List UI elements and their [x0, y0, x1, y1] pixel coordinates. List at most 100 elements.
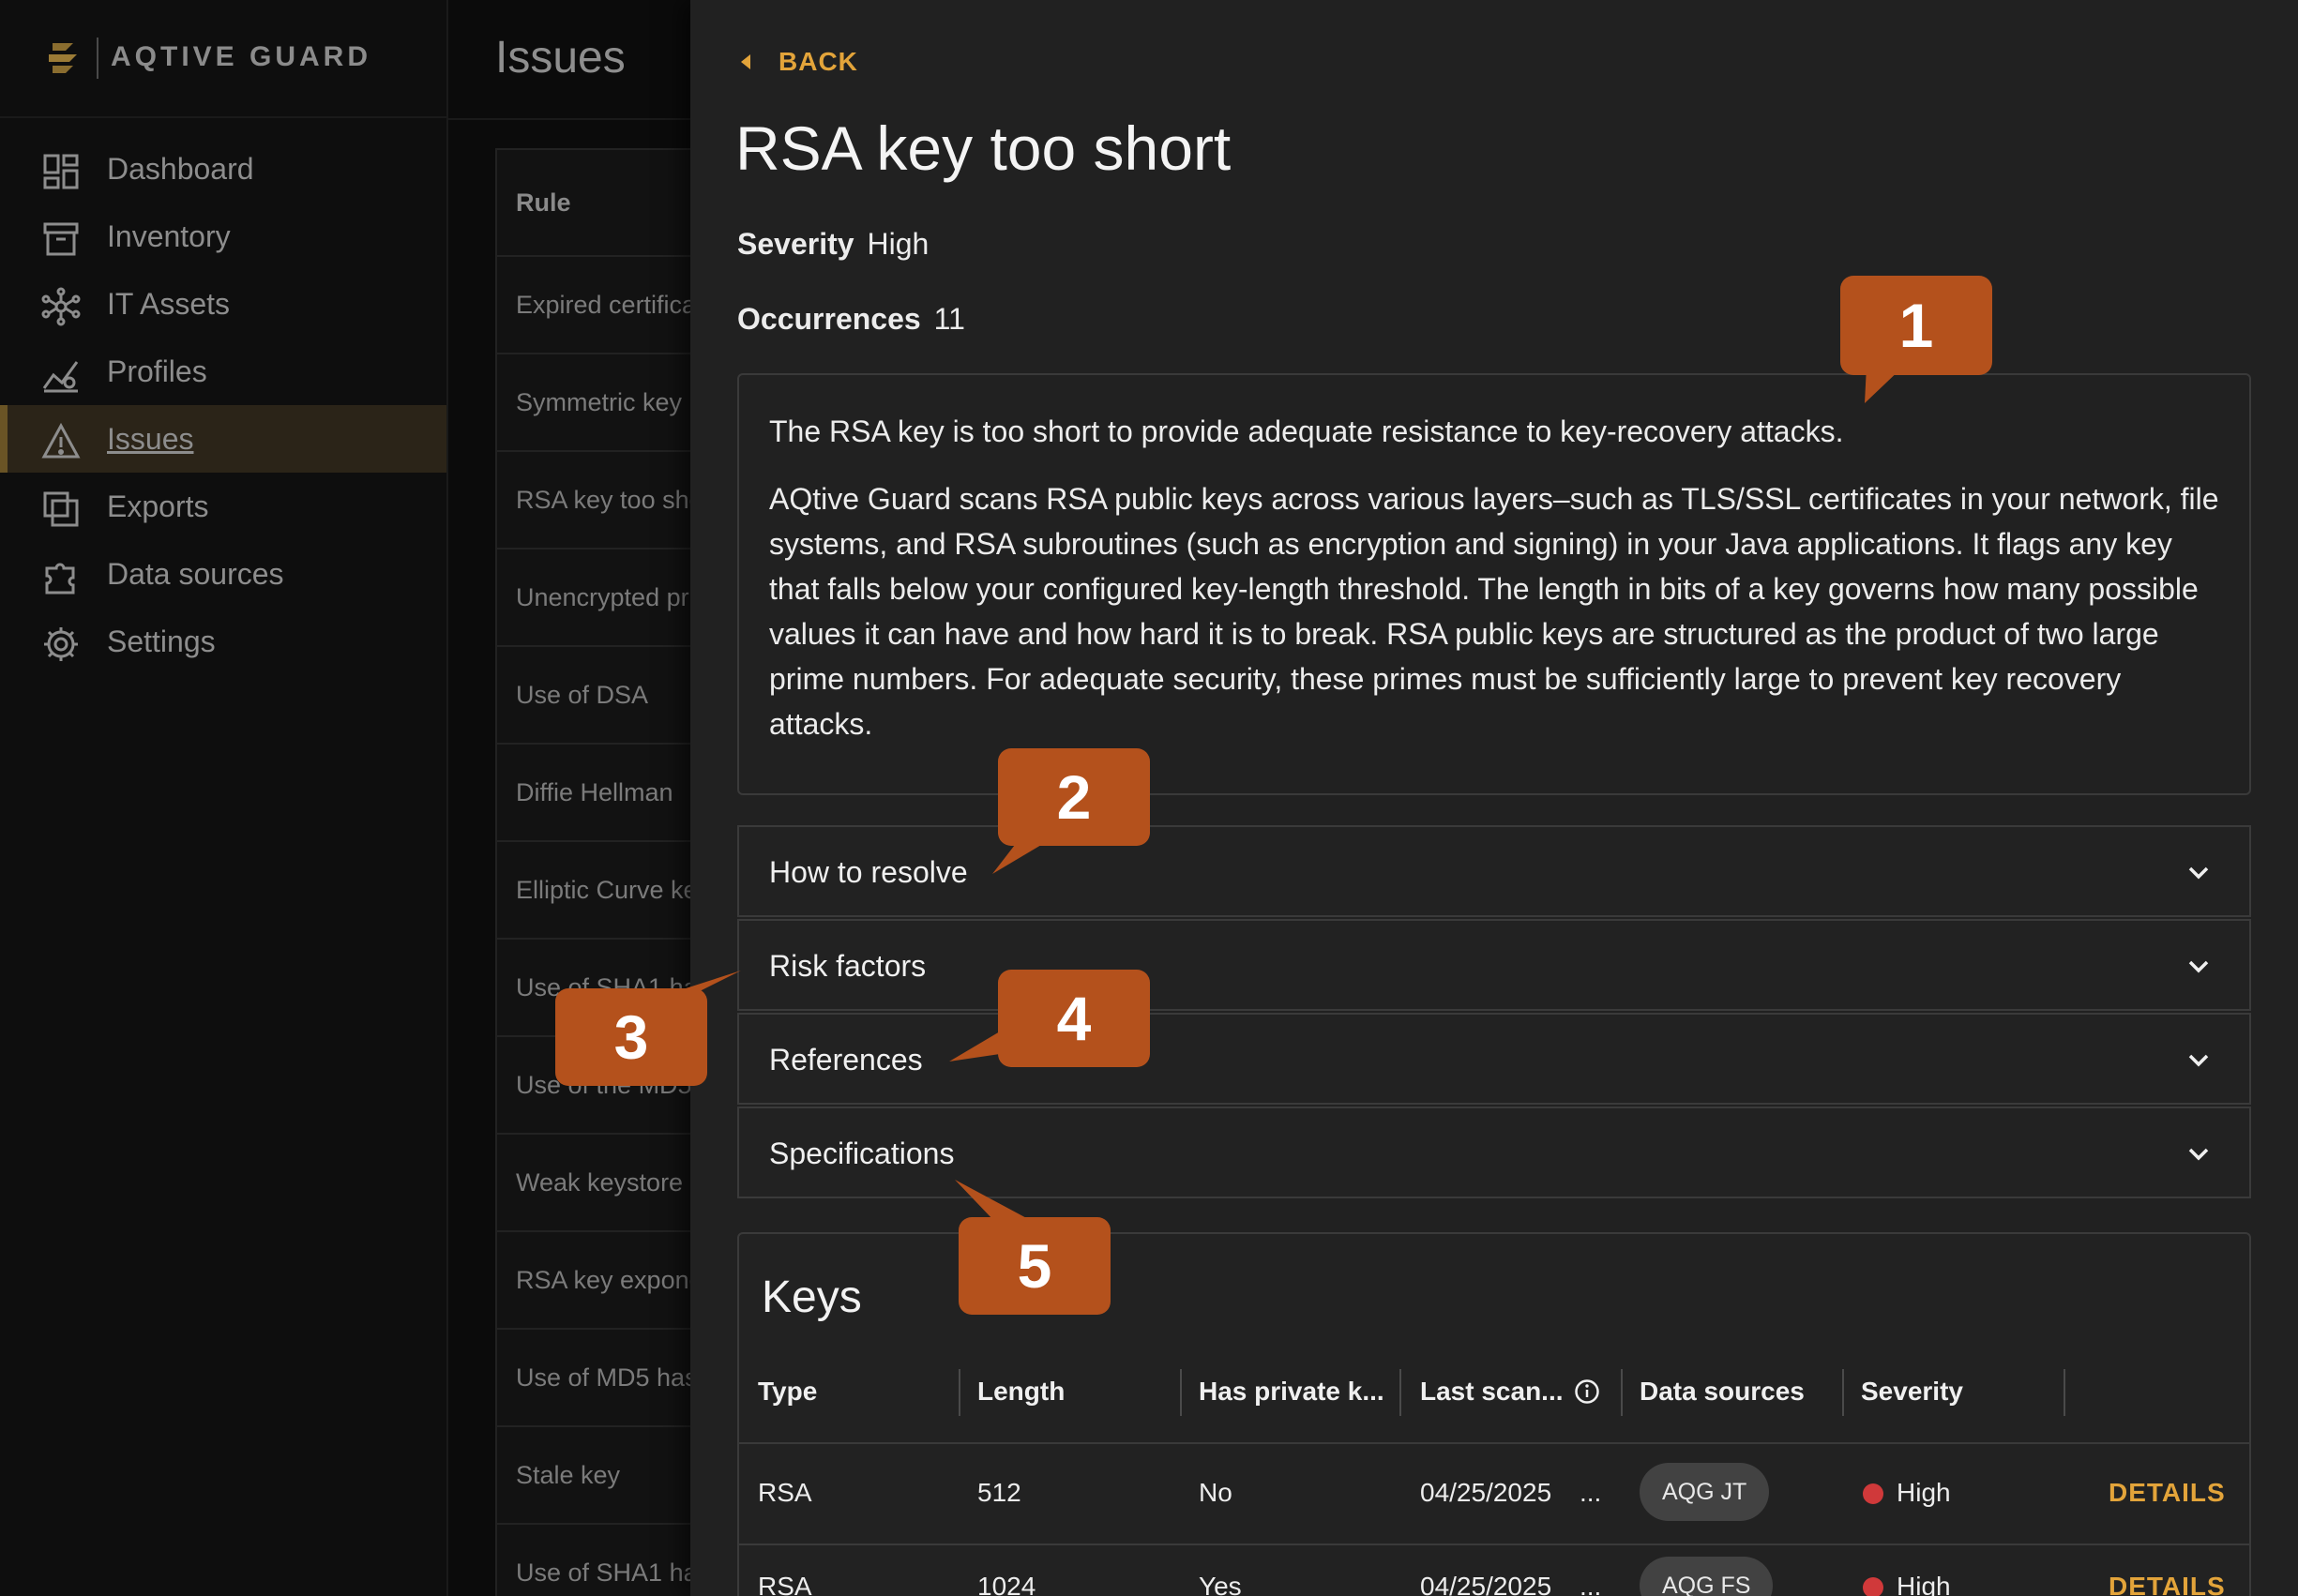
sidebar-item-inventory[interactable]: Inventory [0, 203, 446, 270]
table-row[interactable]: Diffie Hellman [497, 745, 700, 842]
brand-separator [97, 38, 98, 79]
occurrences-value: 11 [933, 302, 965, 336]
accordion-label: How to resolve [769, 855, 968, 889]
column-header-length[interactable]: Length [977, 1377, 1065, 1407]
sidebar-item-profiles[interactable]: Profiles [0, 338, 446, 405]
warning-icon [41, 422, 81, 459]
divider [739, 1543, 2249, 1545]
table-row[interactable]: Use of DSA [497, 647, 700, 745]
table-row[interactable]: Stale key [497, 1427, 700, 1525]
cell-type: RSA [758, 1572, 812, 1596]
column-divider[interactable] [1399, 1369, 1401, 1416]
chevron-down-icon [2188, 866, 2209, 880]
sidebar-item-it-assets[interactable]: IT Assets [0, 270, 446, 338]
table-row[interactable]: RSA key too short [497, 452, 700, 550]
column-divider[interactable] [1621, 1369, 1623, 1416]
accordion-specifications[interactable]: Specifications [737, 1107, 2251, 1198]
cell-has-private-key: No [1199, 1478, 1232, 1507]
column-header-has-private-key[interactable]: Has private k... [1199, 1377, 1384, 1407]
accordion-label: Risk factors [769, 949, 927, 983]
table-row[interactable]: Use of SHA1 hash [497, 1525, 700, 1596]
profiles-icon [42, 361, 79, 393]
accordion-risk-factors[interactable]: Risk factors [737, 919, 2251, 1011]
sidebar-item-label: Data sources [107, 557, 284, 591]
chevron-left-icon [741, 54, 750, 69]
divider [739, 1442, 2249, 1444]
callout-5: 5 [959, 1217, 1111, 1315]
cell-severity: High [1897, 1572, 1951, 1596]
column-divider[interactable] [1842, 1369, 1844, 1416]
sidebar-item-label: Profiles [107, 354, 207, 388]
sidebar-item-issues[interactable]: Issues [0, 405, 446, 473]
details-button[interactable]: DETAILS [2109, 1572, 2226, 1596]
table-row[interactable]: Elliptic Curve key [497, 842, 700, 940]
table-row[interactable]: Unencrypted private key [497, 550, 700, 647]
data-source-chip[interactable]: AQG JT [1640, 1463, 1770, 1521]
column-header-data-sources[interactable]: Data sources [1640, 1377, 1805, 1407]
chevron-down-icon [2188, 1054, 2209, 1067]
issue-title: RSA key too short [735, 113, 1232, 183]
sidebar-nav: Dashboard Inventory IT Assets Profiles I… [0, 135, 446, 675]
accordion-label: Specifications [769, 1137, 955, 1170]
description-box: The RSA key is too short to provide adeq… [737, 373, 2251, 795]
chevron-down-icon [2188, 960, 2209, 973]
cell-overflow: ... [1580, 1572, 1602, 1596]
table-row[interactable]: Weak keystore [497, 1135, 700, 1232]
cell-last-scan: 04/25/2025 [1420, 1478, 1552, 1507]
occurrences-label: Occurrences [737, 302, 921, 336]
severity-row: Severity High [737, 227, 929, 262]
divider [448, 118, 692, 120]
sidebar-item-label: Settings [107, 625, 216, 658]
severity-value: High [867, 227, 930, 261]
table-row[interactable]: Symmetric key [497, 354, 700, 452]
info-icon[interactable] [1574, 1378, 1600, 1405]
cell-length: 1024 [977, 1572, 1036, 1596]
sidebar-item-data-sources[interactable]: Data sources [0, 540, 446, 608]
sidebar-item-exports[interactable]: Exports [0, 473, 446, 540]
accordion-how-to-resolve[interactable]: How to resolve [737, 825, 2251, 917]
sidebar: AQTIVE GUARD Dashboard Inventory IT Asse… [0, 0, 448, 1596]
accordion-label: References [769, 1043, 923, 1077]
description-body: AQtive Guard scans RSA public keys acros… [769, 482, 2219, 741]
cell-type: RSA [758, 1478, 812, 1507]
column-header-type[interactable]: Type [758, 1377, 817, 1407]
data-source-chip[interactable]: AQG FS [1640, 1557, 1774, 1596]
table-row[interactable]: Use of MD5 hash [497, 1330, 700, 1427]
sidebar-item-label: Exports [107, 489, 209, 523]
dashboard-icon [43, 154, 79, 189]
callout-3: 3 [555, 988, 707, 1086]
rules-column-header[interactable]: Rule [497, 150, 700, 257]
table-row[interactable]: RSA key exponent [497, 1232, 700, 1330]
sidebar-item-settings[interactable]: Settings [0, 608, 446, 675]
description-summary: The RSA key is too short to provide adeq… [769, 414, 1844, 448]
puzzle-icon [45, 563, 75, 595]
details-button[interactable]: DETAILS [2109, 1478, 2226, 1508]
severity-dot [1863, 1483, 1883, 1504]
page-title: Issues [495, 33, 626, 83]
cell-last-scan: 04/25/2025 [1420, 1572, 1552, 1596]
column-divider[interactable] [2064, 1369, 2065, 1416]
sidebar-item-label: Inventory [107, 219, 231, 253]
column-divider[interactable] [959, 1369, 960, 1416]
aqtive-guard-logo-icon [49, 43, 77, 73]
cell-has-private-key: Yes [1199, 1572, 1242, 1596]
issue-detail-panel: BACK RSA key too short Severity High Occu… [690, 0, 2298, 1596]
callout-2: 2 [998, 748, 1150, 846]
it-assets-icon [41, 287, 81, 326]
column-header-last-scan[interactable]: Last scan... [1420, 1377, 1564, 1407]
accordion-references[interactable]: References [737, 1013, 2251, 1105]
sidebar-item-dashboard[interactable]: Dashboard [0, 135, 446, 203]
cell-severity: High [1897, 1478, 1951, 1507]
severity-label: Severity [737, 227, 854, 261]
brand-header: AQTIVE GUARD [0, 0, 448, 118]
cell-overflow: ... [1580, 1478, 1602, 1507]
chevron-down-icon [2188, 1148, 2209, 1161]
column-header-severity[interactable]: Severity [1861, 1377, 1963, 1407]
exports-icon [43, 491, 79, 527]
sidebar-item-label: IT Assets [107, 287, 231, 321]
table-row[interactable]: Expired certificate [497, 257, 700, 354]
gear-icon [44, 627, 78, 661]
column-divider[interactable] [1180, 1369, 1182, 1416]
severity-dot [1863, 1577, 1883, 1596]
back-button[interactable]: BACK [737, 47, 858, 77]
